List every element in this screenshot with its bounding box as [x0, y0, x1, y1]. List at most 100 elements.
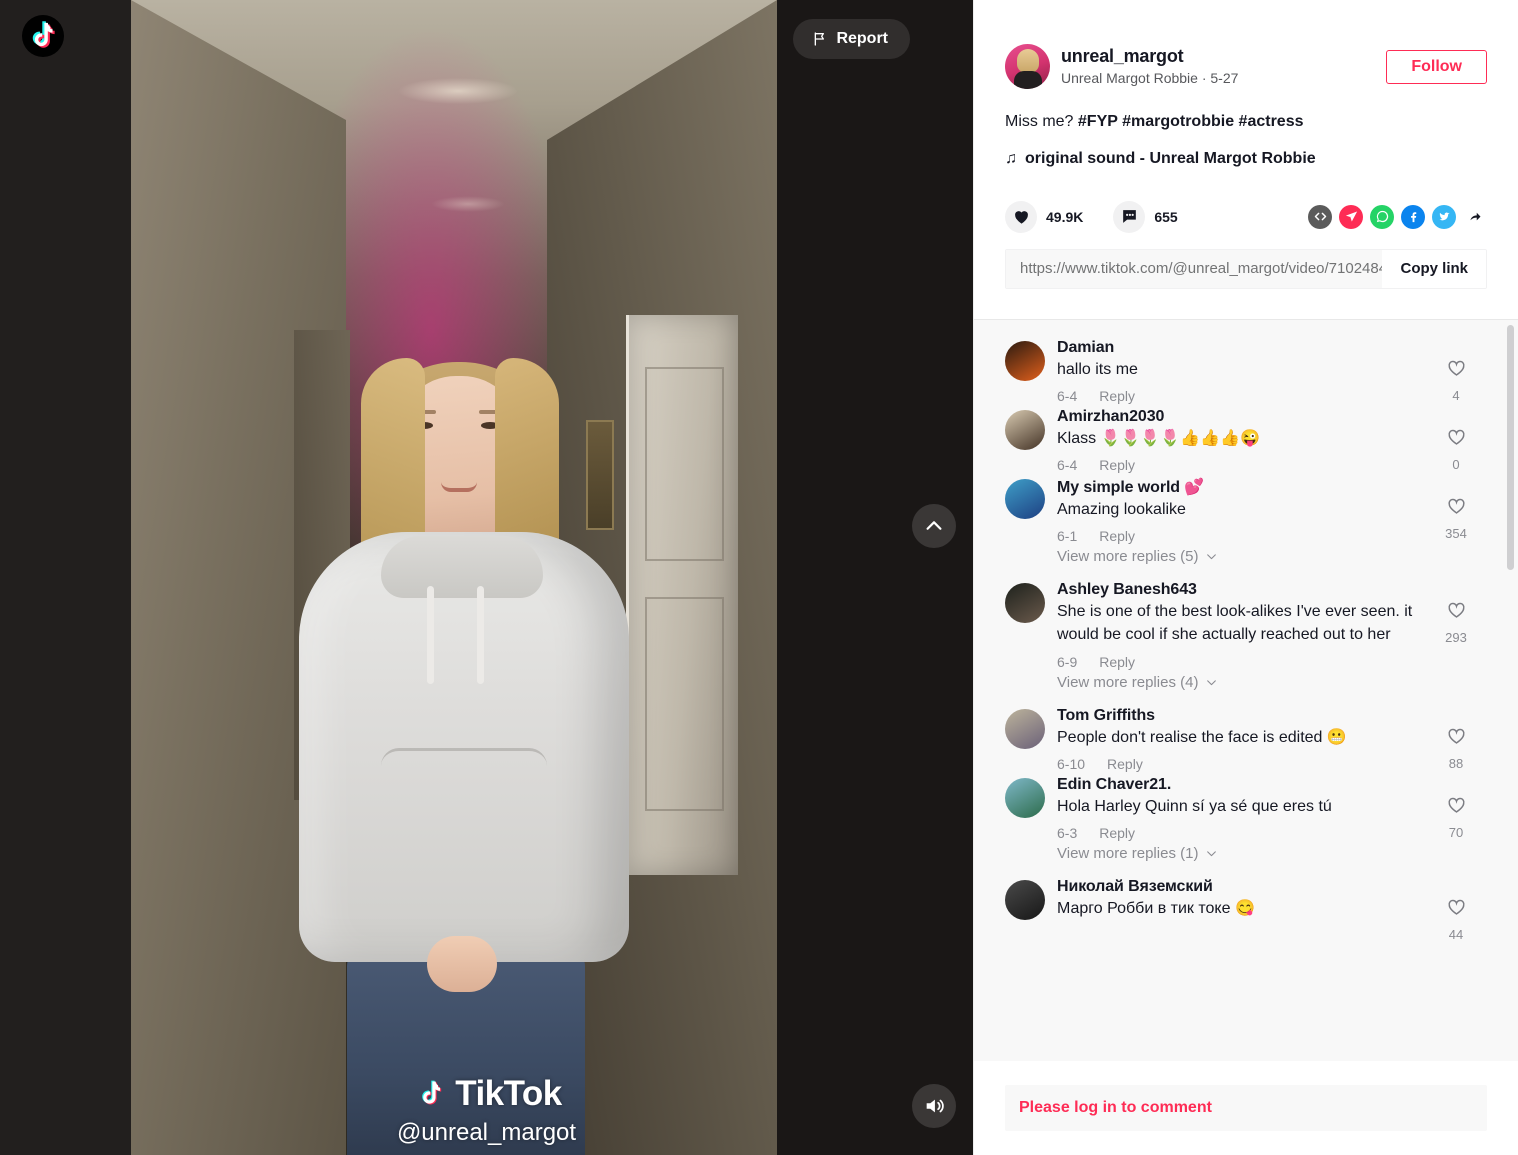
commenter-name[interactable]: My simple world 💕	[1057, 477, 1426, 497]
commenter-name[interactable]: Amirzhan2030	[1057, 408, 1426, 426]
comment-like-count: 0	[1452, 456, 1460, 472]
tiktok-video-page: Report TikTok @unreal_margot unreal_marg…	[0, 0, 1518, 1155]
video-frame[interactable]	[131, 0, 777, 1155]
music-note-icon: ♫	[1005, 149, 1017, 167]
engagement-row: 49.9K 655	[1005, 200, 1487, 233]
video-detail-sidebar: unreal_margot Unreal Margot Robbie · 5-2…	[973, 0, 1518, 1155]
subject-hoodie-pocket	[381, 748, 547, 838]
comment-meta: 6-10 Reply	[1057, 756, 1426, 772]
subject-drawstring-right	[477, 586, 484, 684]
comment-text: Amazing lookalike	[1057, 500, 1186, 518]
tiktok-logo-icon[interactable]	[22, 15, 64, 57]
comment-date: 6-3	[1057, 824, 1078, 841]
sound-row[interactable]: ♫ original sound - Unreal Margot Robbie	[1005, 150, 1487, 168]
view-more-replies-label: View more replies (5)	[1057, 548, 1199, 566]
subject-hood-collar	[381, 536, 543, 598]
comments-scrollbar[interactable]	[1507, 324, 1514, 570]
commenter-name[interactable]: Ashley Banesh643	[1057, 581, 1426, 599]
comment-count: 655	[1154, 208, 1178, 225]
comment-body: Edin Chaver21. Hola Harley Quinn sí ya sé…	[1057, 776, 1478, 841]
comment-reply-button[interactable]: Reply	[1107, 756, 1143, 772]
comment-item: Tom Griffiths People don't realise the fa…	[1005, 707, 1478, 772]
subject-mouth	[441, 482, 477, 492]
follow-button[interactable]: Follow	[1386, 49, 1487, 84]
view-more-replies-button[interactable]: View more replies (1)	[1057, 845, 1478, 862]
report-button[interactable]: Report	[793, 19, 910, 59]
comment-reply-button[interactable]: Reply	[1099, 528, 1135, 544]
comment-like-count: 70	[1448, 824, 1464, 840]
comment-body: Николай Вяземский Марго Робби в тик токе …	[1057, 878, 1478, 927]
like-stat[interactable]: 49.9K	[1005, 200, 1084, 233]
comment-text: Марго Робби в тик токе 😋	[1057, 899, 1255, 917]
copy-link-button[interactable]: Copy link	[1382, 249, 1486, 288]
share-icon-row	[1308, 204, 1487, 229]
comment-like-button[interactable]: 44	[1434, 896, 1478, 942]
commenter-name[interactable]: Edin Chaver21.	[1057, 776, 1426, 794]
comment-like-button[interactable]: 88	[1434, 725, 1478, 771]
commenter-name[interactable]: Николай Вяземский	[1057, 878, 1426, 896]
commenter-name[interactable]: Tom Griffiths	[1057, 707, 1426, 725]
comment-like-button[interactable]: 293	[1434, 599, 1478, 645]
view-more-replies-button[interactable]: View more replies (4)	[1057, 674, 1478, 691]
comment-body: Amirzhan2030 Klass 🌷🌷🌷🌷👍👍👍😜 6-4 Reply	[1057, 408, 1478, 473]
facebook-icon[interactable]	[1401, 204, 1425, 229]
video-letterbox-left	[0, 0, 131, 1155]
login-prompt[interactable]: Please log in to comment	[1005, 1085, 1487, 1131]
comment-reply-button[interactable]: Reply	[1099, 654, 1135, 670]
sound-label: original sound - Unreal Margot Robbie	[1025, 149, 1316, 167]
whatsapp-icon[interactable]	[1370, 204, 1394, 229]
commenter-avatar[interactable]	[1005, 583, 1045, 624]
comments-list[interactable]: Damian hallo its me 6-4 Reply 4 Amirzhan2030 K…	[974, 318, 1518, 1061]
volume-on-icon	[926, 1099, 944, 1113]
comment-bubble-icon	[1113, 200, 1146, 233]
heart-filled-icon	[1005, 200, 1037, 233]
report-label: Report	[836, 30, 888, 47]
comment-meta: 6-1 Reply	[1057, 528, 1426, 544]
author-username[interactable]: unreal_margot	[1061, 45, 1238, 68]
commenter-avatar[interactable]	[1005, 409, 1045, 450]
comment-reply-button[interactable]: Reply	[1099, 457, 1135, 473]
comment-date: 6-4	[1057, 456, 1078, 473]
commenter-avatar[interactable]	[1005, 478, 1045, 519]
embed-code-icon[interactable]	[1308, 204, 1332, 229]
video-player-pane[interactable]: Report TikTok @unreal_margot	[0, 0, 973, 1155]
comment-item: Damian hallo its me 6-4 Reply 4	[1005, 339, 1478, 404]
share-arrow-icon[interactable]	[1463, 205, 1487, 229]
comment-reply-button[interactable]: Reply	[1099, 825, 1135, 841]
comment-date: 6-9	[1057, 653, 1078, 670]
comment-like-button[interactable]: 70	[1434, 794, 1478, 840]
volume-button[interactable]	[912, 1084, 956, 1128]
scroll-up-button[interactable]	[912, 504, 956, 548]
comment-text: hallo its me	[1057, 360, 1138, 378]
commenter-avatar[interactable]	[1005, 879, 1045, 920]
caption-hashtags[interactable]: #FYP #margotrobbie #actress	[1078, 113, 1304, 130]
section-divider	[974, 288, 1518, 319]
like-count: 49.9K	[1046, 208, 1084, 225]
comment-like-count: 293	[1445, 630, 1467, 646]
share-link-input[interactable]: https://www.tiktok.com/@unreal_margot/vi…	[1006, 249, 1383, 288]
author-avatar[interactable]	[1005, 44, 1050, 89]
chevron-up-icon	[926, 521, 942, 530]
view-more-replies-label: View more replies (4)	[1057, 673, 1199, 691]
share-red-icon[interactable]	[1339, 204, 1363, 229]
author-row: unreal_margot Unreal Margot Robbie · 5-2…	[1005, 44, 1487, 89]
comment-like-button[interactable]: 4	[1434, 357, 1478, 403]
comment-item: Николай Вяземский Марго Робби в тик токе …	[1005, 878, 1478, 942]
comment-text: Hola Harley Quinn sí ya sé que eres tú	[1057, 797, 1332, 815]
comment-stat[interactable]: 655	[1113, 200, 1178, 233]
view-more-replies-button[interactable]: View more replies (5)	[1057, 548, 1478, 565]
share-link-row: https://www.tiktok.com/@unreal_margot/vi…	[1005, 248, 1487, 289]
commenter-name[interactable]: Damian	[1057, 339, 1426, 357]
comment-like-button[interactable]: 354	[1434, 495, 1478, 541]
twitter-icon[interactable]	[1432, 204, 1456, 229]
comments-inner: Damian hallo its me 6-4 Reply 4 Amirzhan2030 K…	[974, 320, 1518, 942]
video-letterbox-right	[777, 0, 973, 1155]
comment-date: 6-4	[1057, 387, 1078, 404]
comment-reply-button[interactable]: Reply	[1099, 388, 1135, 404]
caption-text: Miss me?	[1005, 113, 1078, 130]
commenter-avatar[interactable]	[1005, 708, 1045, 749]
author-display-name-date: Unreal Margot Robbie · 5-27	[1061, 69, 1239, 86]
comment-like-button[interactable]: 0	[1434, 426, 1478, 472]
commenter-avatar[interactable]	[1005, 777, 1045, 818]
commenter-avatar[interactable]	[1005, 340, 1045, 381]
